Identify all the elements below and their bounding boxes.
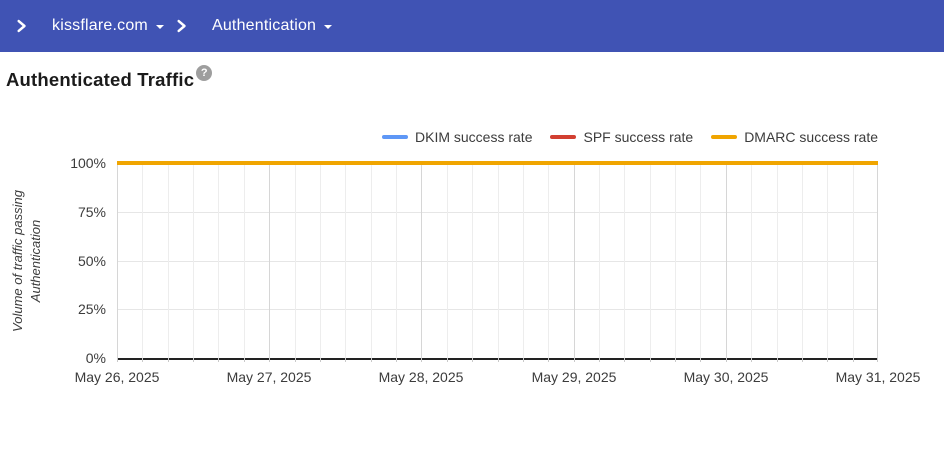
x-axis-tick (650, 358, 651, 362)
x-axis-tick (168, 358, 169, 362)
plot-area (117, 161, 878, 362)
x-axis-tick (751, 358, 752, 362)
x-axis-tick (295, 358, 296, 362)
series-lines (117, 161, 878, 165)
x-axis-tick (700, 358, 701, 362)
breadcrumb-domain-label: kissflare.com (52, 17, 148, 34)
breadcrumb-domain-dropdown[interactable]: kissflare.com (46, 13, 170, 39)
x-axis-tick (269, 358, 270, 362)
x-axis-tick (117, 358, 118, 362)
x-axis-tick (675, 358, 676, 362)
x-axis-tick (599, 358, 600, 362)
chevron-right-icon (10, 15, 32, 37)
legend-line-swatch (711, 135, 738, 139)
legend-line-swatch (382, 135, 408, 139)
help-icon[interactable]: ? (196, 65, 213, 81)
x-axis-tick (320, 358, 321, 362)
caret-down-icon (155, 25, 164, 29)
x-tick-label: May 29, 2025 (531, 369, 617, 385)
x-axis-tick (447, 358, 448, 362)
x-axis-tick (853, 358, 854, 362)
breadcrumb-section-label: Authentication (211, 17, 317, 34)
y-tick-label: 25% (77, 301, 106, 318)
title-row: Authenticated Traffic ? (6, 65, 213, 92)
legend-item-dkim: DKIM success rate (382, 129, 532, 145)
x-axis-tick (396, 358, 397, 362)
y-tick-label: 100% (70, 155, 106, 171)
x-axis-tick (472, 358, 473, 362)
x-axis-tick (498, 358, 499, 362)
x-tick-label: May 27, 2025 (226, 369, 312, 385)
x-axis-tick (244, 358, 245, 362)
x-axis-tick (421, 358, 422, 362)
x-axis-tick (218, 358, 219, 362)
x-tick-label: May 28, 2025 (378, 369, 464, 385)
y-tick-label: 50% (77, 252, 106, 269)
x-axis-tick (523, 358, 524, 362)
x-axis-tick (548, 358, 549, 362)
app-header-bar: kissflare.com Authentication (0, 0, 944, 52)
x-tick-label: May 31, 2025 (835, 369, 921, 385)
legend-label: DKIM success rate (415, 129, 533, 145)
chevron-right-icon (170, 15, 192, 37)
breadcrumb-section-dropdown[interactable]: Authentication (206, 13, 338, 39)
page-title: Authenticated Traffic (6, 69, 195, 90)
x-axis-tick (371, 358, 372, 362)
legend-line-swatch (550, 135, 577, 139)
x-tick-label: May 26, 2025 (74, 369, 160, 385)
caret-down-icon (324, 25, 333, 29)
x-axis-tick (877, 358, 878, 362)
x-axis-tick (345, 358, 346, 362)
legend-label: SPF success rate (583, 129, 694, 145)
legend-item-spf: SPF success rate (550, 129, 693, 145)
x-axis-tick (777, 358, 778, 362)
page: kissflare.com Authentication Authenticat… (0, 0, 944, 457)
chart-legend: DKIM success rate SPF success rate DMARC s… (117, 128, 878, 146)
x-axis-tick (802, 358, 803, 362)
x-tick-label: May 30, 2025 (683, 369, 769, 385)
y-tick-label: 0% (85, 350, 106, 366)
x-axis-tick (726, 358, 727, 362)
x-axis-tick (193, 358, 194, 362)
legend-label: DMARC success rate (744, 129, 878, 145)
y-axis-title-line: Volume of traffic passing (9, 190, 25, 332)
y-tick-label: 75% (77, 203, 106, 220)
legend-item-dmarc: DMARC success rate (711, 129, 878, 145)
x-axis-tick (142, 358, 143, 362)
x-axis-tick (624, 358, 625, 362)
x-axis-tick (574, 358, 575, 362)
x-axis-tick (827, 358, 828, 362)
